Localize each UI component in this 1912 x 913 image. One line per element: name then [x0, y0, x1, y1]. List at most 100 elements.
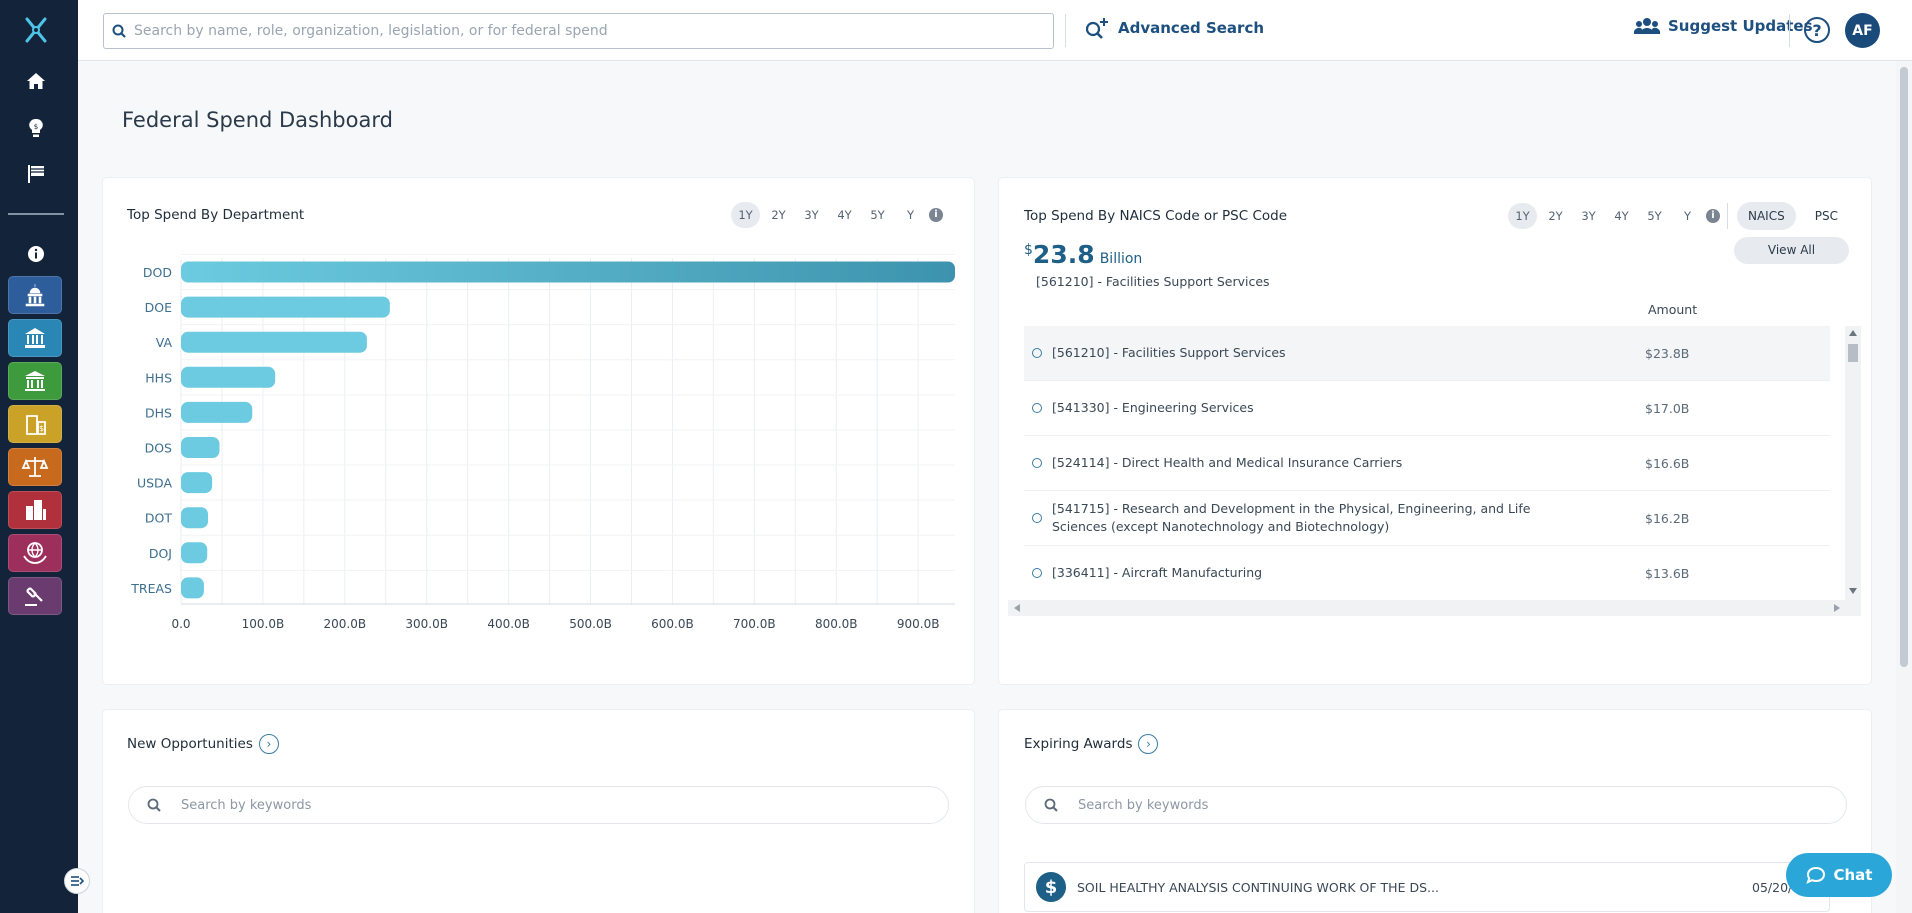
naics-row-amount: $16.2B [1645, 510, 1690, 526]
sidebar-tile-globe-hands[interactable] [8, 534, 62, 572]
naics-row-amount: $23.8B [1645, 345, 1690, 361]
naics-row[interactable]: [541715] - Research and Development in t… [1024, 491, 1830, 546]
naics-row-label: [524114] - Direct Health and Medical Ins… [1052, 455, 1403, 470]
lightbulb-icon[interactable]: $ [20, 112, 52, 144]
dept-period-y[interactable]: Y [896, 202, 925, 228]
sidebar-tile-gavel[interactable] [8, 577, 62, 615]
capitol-icon [25, 284, 45, 307]
naics-card-title: Top Spend By NAICS Code or PSC Code [1024, 208, 1288, 224]
sidebar-tile-institution[interactable] [8, 319, 62, 357]
naics-row[interactable]: [541330] - Engineering Services $17.0B [1024, 381, 1830, 436]
naics-psc-toggle: NAICS PSC [1737, 202, 1849, 230]
dept-period-1y[interactable]: 1Y [731, 202, 760, 228]
scroll-down-icon[interactable] [1849, 588, 1857, 594]
naics-toggle-divider [1727, 203, 1728, 229]
dept-spend-card [102, 177, 975, 685]
naics-row-label: [541330] - Engineering Services [1052, 400, 1254, 415]
opportunities-search-input[interactable]: Search by keywords [128, 786, 949, 824]
view-all-button[interactable]: View All [1734, 237, 1849, 264]
naics-row-label: [336411] - Aircraft Manufacturing [1052, 565, 1263, 580]
global-search-input[interactable]: Search by name, role, organization, legi… [103, 13, 1054, 49]
expiring-arrow-icon[interactable]: › [1138, 734, 1159, 754]
sidebar-tile-money-building[interactable]: $ [8, 405, 62, 443]
search-placeholder: Search by name, role, organization, legi… [134, 23, 608, 39]
expiring-award-item[interactable]: $ SOIL HEALTHY ANALYSIS CONTINUING WORK … [1024, 862, 1830, 912]
scroll-left-icon[interactable] [1014, 604, 1020, 612]
naics-period-2y[interactable]: 2Y [1541, 203, 1570, 229]
sidebar-tile-government-building[interactable] [8, 362, 62, 400]
scroll-up-icon[interactable] [1849, 330, 1857, 336]
page-scrollbar[interactable] [1896, 61, 1912, 913]
home-icon[interactable] [20, 65, 52, 97]
dept-period-selector: 1Y 2Y 3Y 4Y 5Y Yi [731, 202, 943, 228]
naics-period-3y[interactable]: 3Y [1574, 203, 1603, 229]
sidebar-divider [8, 213, 64, 215]
naics-row-label: [561210] - Facilities Support Services [1052, 345, 1286, 360]
amount-unit: Billion [1099, 251, 1143, 267]
naics-radio[interactable] [1032, 348, 1042, 358]
selected-amount: $23.8 Billion [1024, 240, 1142, 269]
top-bar: Search by name, role, organization, legi… [78, 0, 1912, 61]
naics-radio[interactable] [1032, 568, 1042, 578]
dept-card-title: Top Spend By Department [127, 207, 305, 223]
sidebar-tile-justice-scale[interactable] [8, 448, 62, 486]
sidebar-tile-city-building[interactable] [8, 491, 62, 529]
advanced-search-label: Advanced Search [1118, 19, 1265, 37]
svg-text:$: $ [34, 123, 38, 131]
scroll-right-icon[interactable] [1834, 604, 1840, 612]
city-building-icon [26, 500, 46, 520]
topbar-divider [1065, 14, 1066, 47]
dept-period-2y[interactable]: 2Y [764, 202, 793, 228]
naics-list: [561210] - Facilities Support Services $2… [1024, 326, 1830, 598]
suggest-updates-label: Suggest Updates [1668, 17, 1813, 35]
naics-period-selector: 1Y 2Y 3Y 4Y 5Y Yi [1508, 203, 1720, 229]
naics-row-amount: $13.6B [1645, 565, 1690, 581]
naics-row[interactable]: [524114] - Direct Health and Medical Ins… [1024, 436, 1830, 491]
dept-info-icon[interactable]: i [929, 208, 943, 222]
expiring-search-placeholder: Search by keywords [1078, 797, 1209, 813]
naics-period-y[interactable]: Y [1673, 203, 1702, 229]
currency-symbol: $ [1024, 242, 1033, 258]
naics-info-icon[interactable]: i [1706, 209, 1720, 223]
page-scroll-thumb[interactable] [1900, 67, 1908, 667]
naics-radio[interactable] [1032, 403, 1042, 413]
toggle-naics[interactable]: NAICS [1737, 202, 1796, 230]
help-icon[interactable]: ? [1804, 17, 1830, 43]
search-icon [1044, 798, 1058, 812]
info-icon[interactable] [20, 238, 52, 270]
advanced-search-button[interactable]: Advanced Search [1084, 17, 1264, 39]
naics-radio[interactable] [1032, 513, 1042, 523]
sidebar: $ $ [0, 0, 90, 913]
logo-icon[interactable] [20, 14, 52, 46]
chat-button[interactable]: Chat [1786, 853, 1892, 897]
globe-hands-icon [23, 542, 47, 564]
toggle-psc[interactable]: PSC [1804, 202, 1849, 230]
naics-period-5y[interactable]: 5Y [1640, 203, 1669, 229]
dept-period-5y[interactable]: 5Y [863, 202, 892, 228]
expiring-search-input[interactable]: Search by keywords [1025, 786, 1847, 824]
svg-text:$: $ [39, 424, 44, 433]
naics-period-1y[interactable]: 1Y [1508, 203, 1537, 229]
naics-list-hscrollbar[interactable] [1008, 600, 1861, 616]
naics-period-4y[interactable]: 4Y [1607, 203, 1636, 229]
naics-row[interactable]: [336411] - Aircraft Manufacturing $13.6B [1024, 546, 1830, 598]
naics-row-amount: $17.0B [1645, 400, 1690, 416]
collapse-sidebar-icon[interactable] [64, 868, 90, 894]
naics-row[interactable]: [561210] - Facilities Support Services $2… [1024, 326, 1830, 381]
flag-icon[interactable] [20, 158, 52, 190]
avatar[interactable]: AF [1845, 13, 1880, 48]
amount-column-header: Amount [1648, 302, 1698, 317]
dept-period-4y[interactable]: 4Y [830, 202, 859, 228]
expiring-title: Expiring Awards [1024, 736, 1133, 752]
naics-scroll-thumb[interactable] [1848, 344, 1858, 362]
government-building-icon [25, 371, 45, 391]
opportunities-arrow-icon[interactable]: › [258, 734, 279, 754]
dollar-icon: $ [1036, 872, 1066, 902]
naics-list-scrollbar[interactable] [1845, 326, 1861, 600]
sidebar-tile-capitol[interactable] [8, 276, 62, 314]
suggest-updates-button[interactable]: Suggest Updates [1634, 17, 1813, 35]
page-title: Federal Spend Dashboard [122, 108, 393, 132]
naics-radio[interactable] [1032, 458, 1042, 468]
dept-period-3y[interactable]: 3Y [797, 202, 826, 228]
advanced-search-icon [1085, 18, 1108, 39]
